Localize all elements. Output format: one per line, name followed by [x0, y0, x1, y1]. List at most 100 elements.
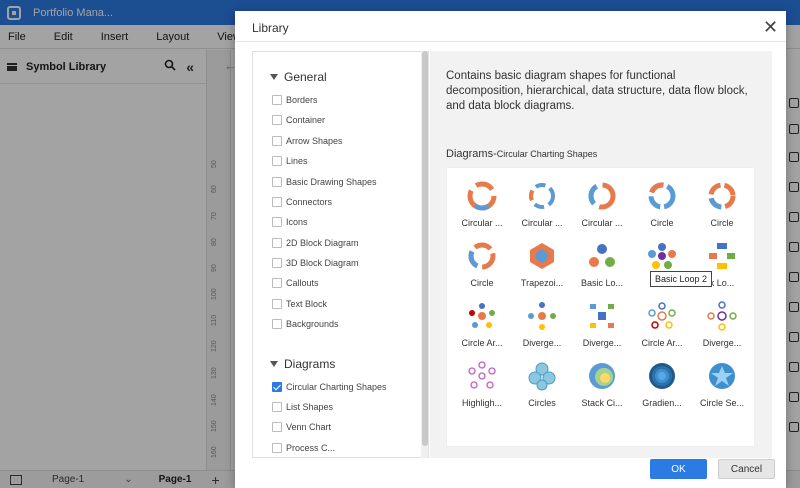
section-heading-label: Diagrams- — [446, 148, 497, 160]
shape-tile[interactable]: Circles — [513, 351, 571, 413]
basic-loop-icon — [589, 244, 615, 267]
checkbox-checked[interactable] — [272, 382, 282, 392]
category-item-label: Process C... — [286, 443, 336, 453]
stack-circles-icon — [589, 363, 615, 389]
ok-button[interactable]: OK — [650, 459, 707, 479]
shape-tile[interactable]: Circular ... — [513, 171, 571, 233]
checkbox[interactable] — [272, 299, 282, 309]
category-item-selected[interactable]: Circular Charting Shapes — [272, 380, 387, 394]
shape-label: Circle — [470, 278, 494, 288]
checkbox[interactable] — [272, 95, 282, 105]
shape-tile[interactable]: Highligh... — [453, 351, 511, 413]
category-item[interactable]: Process C... — [272, 441, 335, 455]
scrollbar-thumb[interactable] — [422, 51, 428, 446]
circle-icon — [468, 242, 496, 270]
category-item[interactable]: Lines — [272, 154, 308, 168]
checkbox[interactable] — [272, 422, 282, 432]
category-list: General Borders Container Arrow Shapes L… — [252, 51, 428, 458]
checkbox[interactable] — [272, 115, 282, 125]
checkbox[interactable] — [272, 197, 282, 207]
category-item-label: Connectors — [286, 197, 333, 207]
category-item-label: Text Block — [286, 299, 328, 309]
basic-loop-2-icon — [648, 243, 676, 269]
shape-tile[interactable]: Diverge... — [693, 291, 751, 353]
category-item-label: Icons — [286, 217, 308, 227]
shape-tile[interactable]: Gradien... — [633, 351, 691, 413]
category-item[interactable]: Borders — [272, 93, 318, 107]
shape-tile[interactable]: Basic Lo... — [573, 231, 631, 293]
section-heading-sub: Circular Charting Shapes — [496, 149, 598, 159]
category-group-label: Diagrams — [284, 357, 336, 371]
category-item[interactable]: Venn Chart — [272, 420, 331, 434]
category-item[interactable]: Callouts — [272, 276, 319, 290]
library-description: Contains basic diagram shapes for functi… — [446, 70, 748, 112]
checkbox[interactable] — [272, 238, 282, 248]
category-scrollbar[interactable] — [421, 51, 429, 458]
category-item[interactable]: 2D Block Diagram — [272, 236, 359, 250]
category-item-label: Circular Charting Shapes — [286, 382, 387, 392]
shape-label: Diverge... — [582, 338, 622, 348]
category-item-label: Backgrounds — [286, 319, 339, 329]
shape-tooltip: Basic Loop 2 — [650, 271, 712, 287]
circle-ring-icon — [708, 182, 736, 210]
cancel-button[interactable]: Cancel — [718, 459, 775, 479]
category-item[interactable]: Arrow Shapes — [272, 134, 343, 148]
circle-arrow-icon — [469, 303, 495, 328]
category-item-label: 2D Block Diagram — [286, 238, 359, 248]
category-item[interactable]: Icons — [272, 215, 308, 229]
category-item-label: 3D Block Diagram — [286, 258, 359, 268]
shape-tile[interactable]: Circular ... — [573, 171, 631, 233]
highlight-icon — [468, 361, 496, 389]
checkbox[interactable] — [272, 177, 282, 187]
category-group-diagrams[interactable]: Diagrams — [270, 357, 335, 371]
expand-triangle-icon[interactable] — [270, 74, 278, 80]
category-group-general[interactable]: General — [270, 70, 327, 84]
category-item[interactable]: Text Block — [272, 297, 327, 311]
library-dialog: Library ✕ General Borders Container Arro… — [235, 11, 786, 488]
category-item[interactable]: Container — [272, 113, 325, 127]
category-item[interactable]: Basic Drawing Shapes — [272, 175, 377, 189]
checkbox[interactable] — [272, 443, 282, 453]
shape-tile[interactable]: Circle — [633, 171, 691, 233]
category-item[interactable]: 3D Block Diagram — [272, 256, 359, 270]
category-item[interactable]: List Shapes — [272, 400, 333, 414]
shape-label: Circular ... — [521, 218, 563, 228]
checkbox[interactable] — [272, 278, 282, 288]
checkbox[interactable] — [272, 258, 282, 268]
shape-tile[interactable]: Diverge... — [513, 291, 571, 353]
shape-label: Circle — [650, 218, 674, 228]
checkbox[interactable] — [272, 136, 282, 146]
checkbox[interactable] — [272, 319, 282, 329]
checkbox[interactable] — [272, 402, 282, 412]
shape-tile[interactable]: Circle Se... — [693, 351, 751, 413]
shape-tile[interactable]: Trapezoi... — [513, 231, 571, 293]
shape-tile[interactable]: Circle Ar... — [453, 291, 511, 353]
category-item[interactable]: Backgrounds — [272, 317, 339, 331]
block-loop-icon — [709, 243, 735, 269]
close-icon[interactable]: ✕ — [763, 17, 778, 38]
section-heading: Diagrams-Circular Charting Shapes — [446, 148, 597, 160]
shape-label: Diverge... — [702, 338, 742, 348]
category-item[interactable]: Connectors — [272, 195, 332, 209]
trapezoid-icon — [530, 243, 554, 269]
shape-tile[interactable]: Diverge... — [573, 291, 631, 353]
shape-label: Gradien... — [642, 398, 682, 408]
checkbox[interactable] — [272, 156, 282, 166]
category-item-label: Basic Drawing Shapes — [286, 177, 377, 187]
shape-tile[interactable]: Circle Ar... — [633, 291, 691, 353]
circle-segment-icon — [709, 363, 735, 389]
shape-label: Trapezoi... — [520, 278, 564, 288]
expand-triangle-icon[interactable] — [270, 361, 278, 367]
shape-label: Circles — [528, 398, 556, 408]
dialog-title: Library — [252, 21, 289, 35]
shape-tile[interactable]: Stack Ci... — [573, 351, 631, 413]
divider — [235, 41, 786, 42]
category-item-label: Callouts — [286, 278, 319, 288]
category-item-label: Borders — [286, 95, 318, 105]
shape-tile[interactable]: Circular ... — [453, 171, 511, 233]
gradient-circle-icon — [649, 363, 675, 389]
checkbox[interactable] — [272, 217, 282, 227]
shape-label: Circle Ar... — [461, 338, 503, 348]
shape-tile[interactable]: Circle — [453, 231, 511, 293]
shape-tile[interactable]: Circle — [693, 171, 751, 233]
